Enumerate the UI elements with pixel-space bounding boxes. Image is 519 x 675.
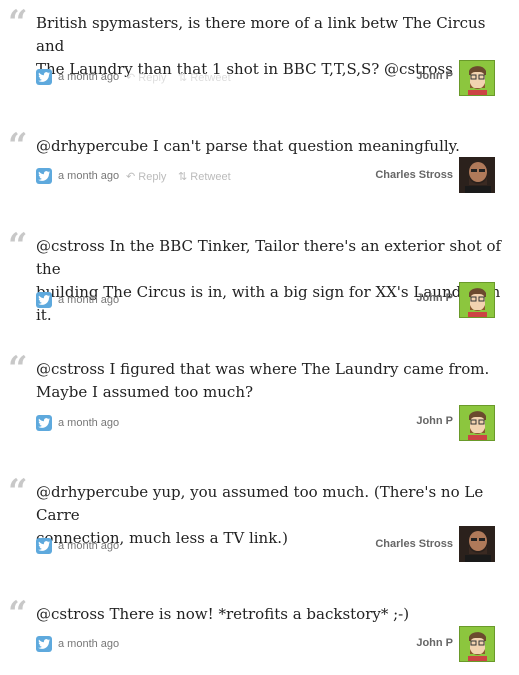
tweet-timestamp[interactable]: a month ago [58, 170, 119, 182]
tweet-timestamp[interactable]: a month ago [58, 417, 119, 429]
tweet-timestamp[interactable]: a month ago [58, 294, 119, 306]
retweet-icon: ⇅ [178, 72, 188, 84]
author-name[interactable]: John P [416, 292, 453, 304]
quote-mark-icon: “ [8, 594, 28, 634]
avatar[interactable] [459, 405, 495, 441]
twitter-bird-icon[interactable] [36, 69, 52, 85]
twitter-bird-icon[interactable] [36, 538, 52, 554]
avatar[interactable] [459, 282, 495, 318]
reply-arrow-icon: ↶ [126, 171, 136, 183]
author-name[interactable]: Charles Stross [375, 169, 453, 181]
reply-link[interactable]: ↶ Reply [126, 71, 166, 84]
quote-mark-icon: “ [8, 3, 28, 43]
tweet-text: @cstross I figured that was where The La… [36, 360, 490, 401]
author-name[interactable]: John P [416, 637, 453, 649]
avatar[interactable] [459, 157, 495, 193]
twitter-bird-icon[interactable] [36, 168, 52, 184]
quote-mark-icon: “ [8, 472, 28, 512]
tweet-timestamp[interactable]: a month ago [58, 71, 119, 83]
twitter-bird-icon[interactable] [36, 636, 52, 652]
tweet-text: @cstross In the BBC Tinker, Tailor there… [36, 237, 502, 324]
author-name[interactable]: John P [416, 415, 453, 427]
twitter-bird-icon[interactable] [36, 292, 52, 308]
avatar[interactable] [459, 526, 495, 562]
retweet-icon: ⇅ [178, 171, 188, 183]
quote-mark-icon: “ [8, 349, 28, 389]
tweet-text: @drhypercube I can't parse that question… [36, 137, 460, 155]
avatar[interactable] [459, 626, 495, 662]
quote-mark-icon: “ [8, 226, 28, 266]
author-name[interactable]: John P [416, 70, 453, 82]
reply-arrow-icon: ↶ [126, 72, 136, 84]
tweet-text: @cstross There is now! *retrofits a back… [36, 605, 410, 623]
retweet-link[interactable]: ⇅ Retweet [178, 170, 231, 183]
twitter-bird-icon[interactable] [36, 415, 52, 431]
avatar[interactable] [459, 60, 495, 96]
tweet-timestamp[interactable]: a month ago [58, 638, 119, 650]
retweet-link[interactable]: ⇅ Retweet [178, 71, 231, 84]
reply-link[interactable]: ↶ Reply [126, 170, 166, 183]
author-name[interactable]: Charles Stross [375, 538, 453, 550]
tweet-timestamp[interactable]: a month ago [58, 540, 119, 552]
quote-mark-icon: “ [8, 126, 28, 166]
